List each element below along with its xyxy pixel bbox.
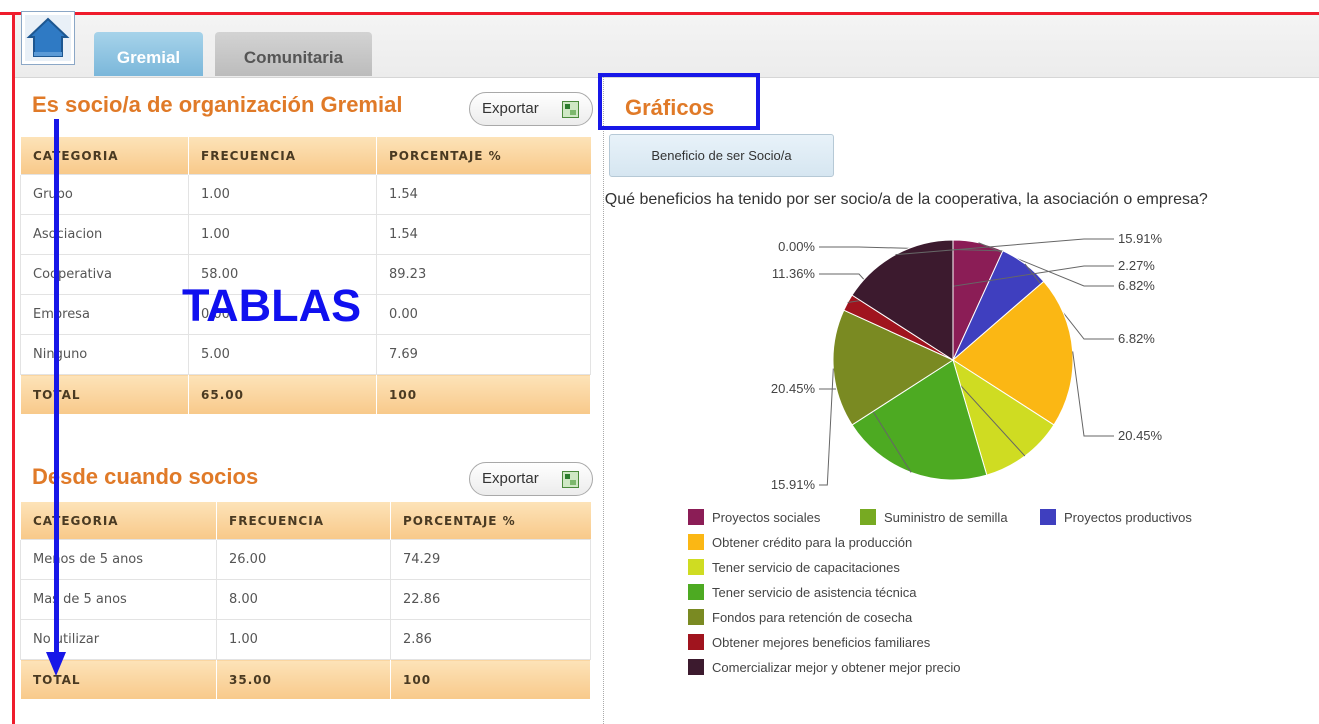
pie-data-label: 2.27%: [1118, 258, 1155, 273]
pie-data-label: 6.82%: [1118, 278, 1155, 293]
legend-swatch: [860, 509, 876, 525]
legend-label[interactable]: Fondos para retención de cosecha: [712, 610, 913, 625]
legend-swatch: [688, 534, 704, 550]
pie-data-label: 0.00%: [778, 239, 815, 254]
legend-swatch: [688, 559, 704, 575]
pie-chart: 6.82% 0.00% 6.82% 20.45% 11.36% 20.45% 15.91% 2…: [688, 231, 1192, 675]
legend-swatch: [688, 659, 704, 675]
legend-swatch: [688, 584, 704, 600]
pie-data-label: 15.91%: [771, 477, 816, 492]
legend-swatch: [688, 509, 704, 525]
pie-data-label: 20.45%: [771, 381, 816, 396]
legend-label[interactable]: Comercializar mejor y obtener mejor prec…: [712, 660, 961, 675]
legend-label[interactable]: Obtener crédito para la producción: [712, 535, 912, 550]
legend-label[interactable]: Obtener mejores beneficios familiares: [712, 635, 931, 650]
pie-leader-line: [1072, 351, 1114, 437]
legend-swatch: [688, 634, 704, 650]
pie-data-label: 11.36%: [772, 266, 816, 281]
legend-swatch: [1040, 509, 1056, 525]
pie-data-label: 20.45%: [1118, 428, 1163, 443]
legend-label[interactable]: Suministro de semilla: [884, 510, 1008, 525]
legend-label[interactable]: Proyectos sociales: [712, 510, 821, 525]
legend-label[interactable]: Tener servicio de capacitaciones: [712, 560, 900, 575]
pie-data-label: 6.82%: [1118, 331, 1155, 346]
legend-label[interactable]: Proyectos productivos: [1064, 510, 1192, 525]
legend-swatch: [688, 609, 704, 625]
legend-label[interactable]: Tener servicio de asistencia técnica: [712, 585, 917, 600]
pie-data-label: 15.91%: [1118, 231, 1163, 246]
pie-leader-line: [819, 368, 834, 486]
